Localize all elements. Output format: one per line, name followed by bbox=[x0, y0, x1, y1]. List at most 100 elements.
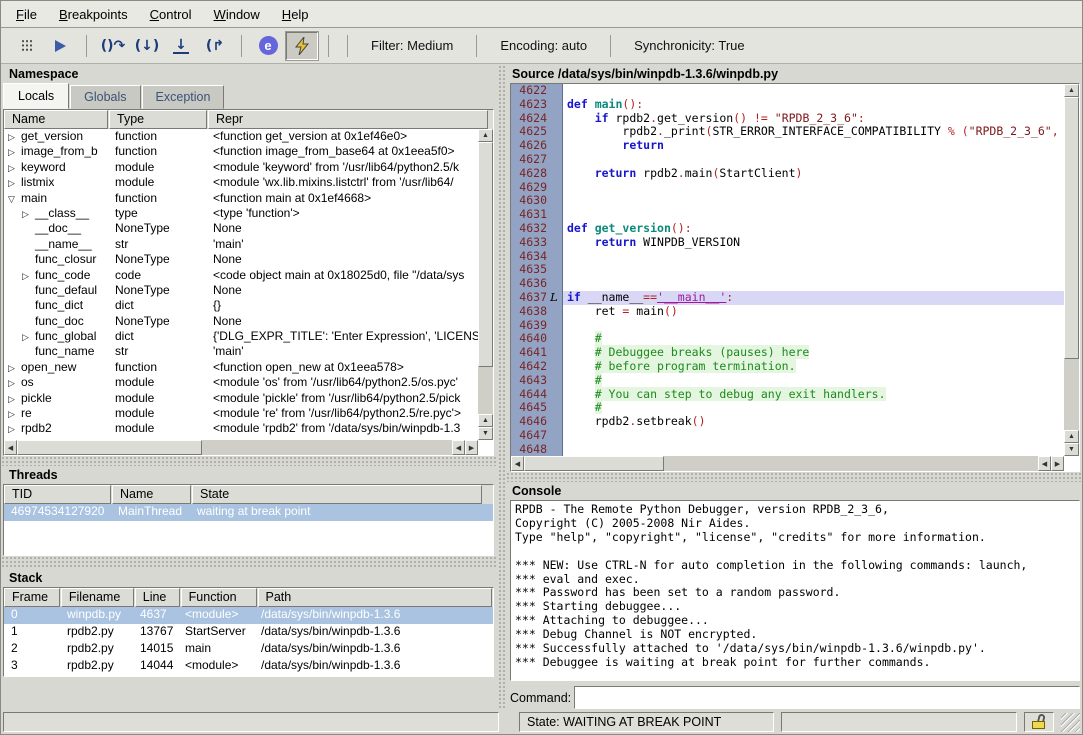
menu-item-file[interactable]: File bbox=[5, 3, 48, 26]
collapse-arrow-icon[interactable]: ▽ bbox=[8, 194, 21, 205]
namespace-row[interactable]: func_namestr'main' bbox=[4, 344, 478, 359]
scroll-left-arrow-icon[interactable]: ◀ bbox=[4, 440, 17, 455]
stack-frame-row[interactable]: 0winpdb.py4637<module>/data/sys/bin/winp… bbox=[4, 607, 493, 624]
namespace-row[interactable]: ▷func_codecode<code object main at 0x180… bbox=[4, 268, 478, 283]
thread-row[interactable]: 46974534127920MainThreadwaiting at break… bbox=[4, 504, 493, 521]
namespace-vertical-scrollbar[interactable]: ▲ ▲ ▼ bbox=[478, 129, 493, 440]
source-line[interactable]: 4647 bbox=[511, 429, 1064, 443]
tab-locals[interactable]: Locals bbox=[3, 83, 69, 109]
namespace-row[interactable]: ▽mainfunction<function main at 0x1ef4668… bbox=[4, 191, 478, 206]
return-button[interactable]: (↱ bbox=[199, 32, 231, 60]
source-line[interactable]: 4623def main(): bbox=[511, 98, 1064, 112]
expand-arrow-icon[interactable]: ▷ bbox=[8, 394, 21, 405]
namespace-row[interactable]: ▷keywordmodule<module 'keyword' from '/u… bbox=[4, 160, 478, 175]
namespace-row[interactable]: ▷listmixmodule<module 'wx.lib.mixins.lis… bbox=[4, 175, 478, 190]
scrollbar-thumb[interactable] bbox=[524, 456, 664, 471]
menu-item-control[interactable]: Control bbox=[139, 3, 203, 26]
splitter-sash[interactable] bbox=[506, 472, 1082, 482]
column-header-filename[interactable]: Filename bbox=[61, 588, 134, 607]
scroll-up-arrow-icon[interactable]: ▲ bbox=[478, 129, 493, 142]
expand-arrow-icon[interactable]: ▷ bbox=[22, 209, 35, 220]
namespace-row[interactable]: ▷func_globaldict{'DLG_EXPR_TITLE': 'Ente… bbox=[4, 329, 478, 344]
source-line[interactable]: 4640 # bbox=[511, 332, 1064, 346]
column-header-state[interactable]: State bbox=[192, 485, 482, 504]
column-header-frame[interactable]: Frame bbox=[4, 588, 60, 607]
source-line[interactable]: 4632def get_version(): bbox=[511, 222, 1064, 236]
goto-button[interactable]: ↓ bbox=[165, 32, 197, 60]
source-line[interactable]: 4634 bbox=[511, 250, 1064, 264]
menu-item-breakpoints[interactable]: Breakpoints bbox=[48, 3, 139, 26]
scrollbar-thumb[interactable] bbox=[1064, 97, 1079, 359]
column-header-name[interactable]: Name bbox=[4, 110, 108, 129]
expand-arrow-icon[interactable]: ▷ bbox=[8, 163, 21, 174]
source-line[interactable]: 4646 rpdb2.setbreak() bbox=[511, 415, 1064, 429]
namespace-row[interactable]: ▷open_newfunction<function open_new at 0… bbox=[4, 360, 478, 375]
column-header-line[interactable]: Line bbox=[135, 588, 180, 607]
tab-globals[interactable]: Globals bbox=[70, 85, 140, 109]
stack-frame-row[interactable]: 3rpdb2.py14044<module>/data/sys/bin/winp… bbox=[4, 658, 493, 675]
namespace-row[interactable]: ▷__class__type<type 'function'> bbox=[4, 206, 478, 221]
namespace-row[interactable]: func_closurNoneTypeNone bbox=[4, 252, 478, 267]
expand-arrow-icon[interactable]: ▷ bbox=[8, 363, 21, 374]
namespace-row[interactable]: ▷get_versionfunction<function get_versio… bbox=[4, 129, 478, 144]
expand-arrow-icon[interactable]: ▷ bbox=[8, 424, 21, 435]
source-line[interactable]: 4644 # You can step to debug any exit ha… bbox=[511, 388, 1064, 402]
source-line[interactable]: 4635 bbox=[511, 263, 1064, 277]
analyze-exception-button[interactable]: e bbox=[252, 32, 284, 60]
namespace-row[interactable]: ▷picklemodule<module 'pickle' from '/usr… bbox=[4, 391, 478, 406]
source-line[interactable]: 4642 # before program termination. bbox=[511, 360, 1064, 374]
source-line[interactable]: 4631 bbox=[511, 208, 1064, 222]
namespace-row[interactable]: func_dictdict{} bbox=[4, 298, 478, 313]
scroll-left-arrow-icon[interactable]: ◀ bbox=[1038, 456, 1051, 471]
namespace-horizontal-scrollbar[interactable]: ◀ ◀ ▶ bbox=[4, 440, 478, 455]
vertical-splitter-sash[interactable] bbox=[498, 65, 506, 710]
splitter-sash[interactable] bbox=[1, 556, 498, 569]
column-header-repr[interactable]: Repr bbox=[208, 110, 488, 129]
expand-arrow-icon[interactable]: ▷ bbox=[8, 178, 21, 189]
stack-frame-row[interactable]: 2rpdb2.py14015main/data/sys/bin/winpdb-1… bbox=[4, 641, 493, 658]
scroll-down-arrow-icon[interactable]: ▼ bbox=[478, 427, 493, 440]
scrollbar-thumb[interactable] bbox=[17, 440, 202, 455]
splitter-sash[interactable] bbox=[1, 456, 498, 466]
column-header-type[interactable]: Type bbox=[109, 110, 207, 129]
source-line[interactable]: 4622 bbox=[511, 84, 1064, 98]
source-line[interactable]: 4625 rpdb2._print(STR_ERROR_INTERFACE_CO… bbox=[511, 125, 1064, 139]
source-line[interactable]: 4624 if rpdb2.get_version() != "RPDB_2_3… bbox=[511, 112, 1064, 126]
menu-item-help[interactable]: Help bbox=[271, 3, 320, 26]
source-line[interactable]: 4627 bbox=[511, 153, 1064, 167]
source-line[interactable]: 4636 bbox=[511, 277, 1064, 291]
resize-grip[interactable] bbox=[1061, 713, 1080, 732]
column-header-function[interactable]: Function bbox=[181, 588, 257, 607]
source-line[interactable]: 4641 # Debuggee breaks (pauses) here bbox=[511, 346, 1064, 360]
namespace-row[interactable]: ▷rpdb2module<module 'rpdb2' from '/data/… bbox=[4, 421, 478, 436]
source-line[interactable]: 4630 bbox=[511, 194, 1064, 208]
source-line[interactable]: 4645 # bbox=[511, 401, 1064, 415]
source-vertical-scrollbar[interactable]: ▲ ▲ ▼ bbox=[1064, 84, 1079, 456]
source-line[interactable]: 4637Lif __name__=='__main__': bbox=[511, 291, 1064, 305]
column-header-path[interactable]: Path bbox=[258, 588, 492, 607]
source-line[interactable]: 4628 return rpdb2.main(StartClient) bbox=[511, 167, 1064, 181]
break-button[interactable] bbox=[10, 32, 42, 60]
source-line[interactable]: 4626 return bbox=[511, 139, 1064, 153]
column-header-tid[interactable]: TID bbox=[4, 485, 111, 504]
expand-arrow-icon[interactable]: ▷ bbox=[8, 132, 21, 143]
expand-arrow-icon[interactable]: ▷ bbox=[22, 271, 35, 282]
scroll-left-arrow-icon[interactable]: ◀ bbox=[511, 456, 524, 471]
scroll-right-arrow-icon[interactable]: ▶ bbox=[1051, 456, 1064, 471]
source-line[interactable]: 4643 # bbox=[511, 374, 1064, 388]
scroll-up-arrow-icon[interactable]: ▲ bbox=[1064, 430, 1079, 443]
namespace-row[interactable]: ▷image_from_bfunction<function image_fro… bbox=[4, 144, 478, 159]
trap-unhandled-exceptions-button[interactable] bbox=[286, 32, 318, 60]
namespace-row[interactable]: ▷osmodule<module 'os' from '/usr/lib64/p… bbox=[4, 375, 478, 390]
source-horizontal-scrollbar[interactable]: ◀ ◀ ▶ bbox=[511, 456, 1064, 471]
stack-frame-row[interactable]: 1rpdb2.py13767StartServer/data/sys/bin/w… bbox=[4, 624, 493, 641]
namespace-row[interactable]: ▷remodule<module 're' from '/usr/lib64/p… bbox=[4, 406, 478, 421]
expand-arrow-icon[interactable]: ▷ bbox=[8, 378, 21, 389]
namespace-row[interactable]: func_defaulNoneTypeNone bbox=[4, 283, 478, 298]
scroll-up-arrow-icon[interactable]: ▲ bbox=[1064, 84, 1079, 97]
namespace-row[interactable]: __name__str'main' bbox=[4, 237, 478, 252]
expand-arrow-icon[interactable]: ▷ bbox=[22, 332, 35, 343]
namespace-row[interactable]: func_docNoneTypeNone bbox=[4, 314, 478, 329]
column-header-name[interactable]: Name bbox=[112, 485, 191, 504]
step-button[interactable]: (↓) bbox=[131, 32, 163, 60]
